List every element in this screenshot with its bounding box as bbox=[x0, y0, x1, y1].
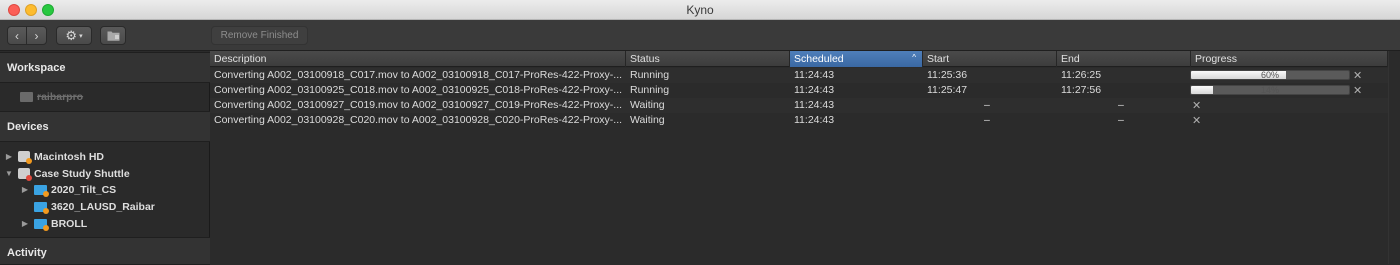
description-cell: Converting A002_03100925_C018.mov to A00… bbox=[214, 84, 622, 96]
end-cell: – bbox=[1118, 99, 1124, 111]
disclosure-down-icon[interactable]: ▼ bbox=[4, 169, 14, 178]
table-row[interactable]: Converting A002_03100927_C019.mov to A00… bbox=[210, 98, 1400, 113]
scrollbar-track[interactable] bbox=[1388, 51, 1400, 264]
devices-header: Devices bbox=[0, 111, 210, 142]
cancel-task-icon[interactable]: ✕ bbox=[1192, 99, 1201, 112]
start-cell: 11:25:47 bbox=[927, 84, 968, 96]
start-cell: – bbox=[984, 99, 990, 111]
cancel-task-icon[interactable]: ✕ bbox=[1192, 114, 1201, 127]
activity-header: Activity bbox=[0, 237, 210, 265]
progress-bar: 60% bbox=[1190, 70, 1350, 80]
folder-icon bbox=[34, 218, 49, 231]
folder-item-broll[interactable]: ▶ BROLL bbox=[20, 215, 87, 232]
column-header-end[interactable]: End bbox=[1057, 51, 1191, 67]
table-row[interactable]: Converting A002_03100928_C020.mov to A00… bbox=[210, 113, 1400, 128]
chevron-down-icon: ▾ bbox=[79, 32, 83, 40]
description-cell: Converting A002_03100918_C017.mov to A00… bbox=[214, 69, 622, 81]
end-cell: 11:27:56 bbox=[1061, 84, 1102, 96]
progress-bar: 14% bbox=[1190, 85, 1350, 95]
table-header: Description Status Scheduled ^ Start End… bbox=[210, 51, 1400, 67]
cancel-task-icon[interactable]: ✕ bbox=[1353, 69, 1362, 82]
status-cell: Running bbox=[630, 69, 670, 81]
device-label: Macintosh HD bbox=[34, 150, 105, 163]
scheduled-cell: 11:24:43 bbox=[794, 99, 835, 111]
scheduled-cell: 11:24:43 bbox=[794, 69, 835, 81]
folder-label: BROLL bbox=[51, 217, 88, 230]
hard-drive-icon bbox=[18, 168, 32, 181]
activity-table: Description Status Scheduled ^ Start End… bbox=[210, 51, 1400, 264]
folder-icon bbox=[34, 184, 49, 197]
toolbar: ‹ › ⚙ ▾ Remove Finished bbox=[0, 20, 1400, 51]
scheduled-cell: 11:24:43 bbox=[794, 114, 835, 126]
window-title: Kyno bbox=[686, 3, 714, 17]
folder-label: 2020_Tilt_CS bbox=[51, 183, 117, 196]
forward-icon[interactable]: › bbox=[27, 27, 46, 44]
folder-label: 3620_LAUSD_Raibar bbox=[51, 200, 155, 213]
progress-label: 14% bbox=[1260, 85, 1279, 95]
scheduled-cell: 11:24:43 bbox=[794, 84, 835, 96]
end-cell: 11:26:25 bbox=[1061, 69, 1102, 81]
title-bar: Kyno bbox=[0, 0, 1400, 20]
end-cell: – bbox=[1118, 114, 1124, 126]
status-cell: Running bbox=[630, 84, 670, 96]
sidebar: Workspace raibarpro Devices ▶ Macintosh … bbox=[0, 52, 210, 265]
description-cell: Converting A002_03100927_C019.mov to A00… bbox=[214, 99, 622, 111]
table-row[interactable]: Converting A002_03100918_C017.mov to A00… bbox=[210, 68, 1400, 83]
folder-item-2020-tilt-cs[interactable]: ▶ 2020_Tilt_CS bbox=[20, 181, 116, 198]
cancel-task-icon[interactable]: ✕ bbox=[1353, 84, 1362, 97]
column-header-start[interactable]: Start bbox=[923, 51, 1057, 67]
folder-item-3620-lausd-raibar[interactable]: 3620_LAUSD_Raibar bbox=[30, 198, 155, 215]
column-header-progress[interactable]: Progress bbox=[1191, 51, 1388, 67]
add-folder-button[interactable] bbox=[100, 26, 126, 45]
folder-icon bbox=[34, 201, 49, 214]
disclosure-right-icon[interactable]: ▶ bbox=[20, 219, 30, 228]
disclosure-right-icon[interactable]: ▶ bbox=[4, 152, 14, 161]
disclosure-right-icon[interactable]: ▶ bbox=[20, 185, 30, 194]
folder-icon bbox=[107, 31, 119, 41]
status-cell: Waiting bbox=[630, 114, 665, 126]
status-cell: Waiting bbox=[630, 99, 665, 111]
device-item-macintosh-hd[interactable]: ▶ Macintosh HD bbox=[4, 148, 104, 165]
gear-icon: ⚙ bbox=[65, 27, 78, 43]
column-header-description[interactable]: Description bbox=[210, 51, 626, 67]
remove-finished-button[interactable]: Remove Finished bbox=[211, 26, 308, 45]
column-header-scheduled[interactable]: Scheduled ^ bbox=[790, 51, 923, 67]
progress-label: 60% bbox=[1260, 70, 1279, 80]
table-row[interactable]: Converting A002_03100925_C018.mov to A00… bbox=[210, 83, 1400, 98]
settings-menu-button[interactable]: ⚙ ▾ bbox=[56, 26, 92, 45]
hard-drive-icon bbox=[18, 151, 32, 164]
workspace-item-label: raibarpro bbox=[37, 90, 84, 103]
sort-ascending-icon: ^ bbox=[912, 53, 916, 62]
column-header-status[interactable]: Status bbox=[626, 51, 790, 67]
workspace-item-raibarpro[interactable]: raibarpro bbox=[16, 88, 83, 105]
device-item-case-study-shuttle[interactable]: ▼ Case Study Shuttle bbox=[4, 165, 130, 182]
description-cell: Converting A002_03100928_C020.mov to A00… bbox=[214, 114, 622, 126]
start-cell: 11:25:36 bbox=[927, 69, 968, 81]
device-label: Case Study Shuttle bbox=[34, 167, 130, 180]
column-header-label: Scheduled bbox=[794, 53, 844, 65]
workspace-header: Workspace bbox=[0, 52, 210, 83]
navigation-buttons: ‹ › bbox=[7, 26, 47, 45]
start-cell: – bbox=[984, 114, 990, 126]
back-icon[interactable]: ‹ bbox=[8, 27, 28, 44]
folder-icon bbox=[20, 91, 33, 102]
